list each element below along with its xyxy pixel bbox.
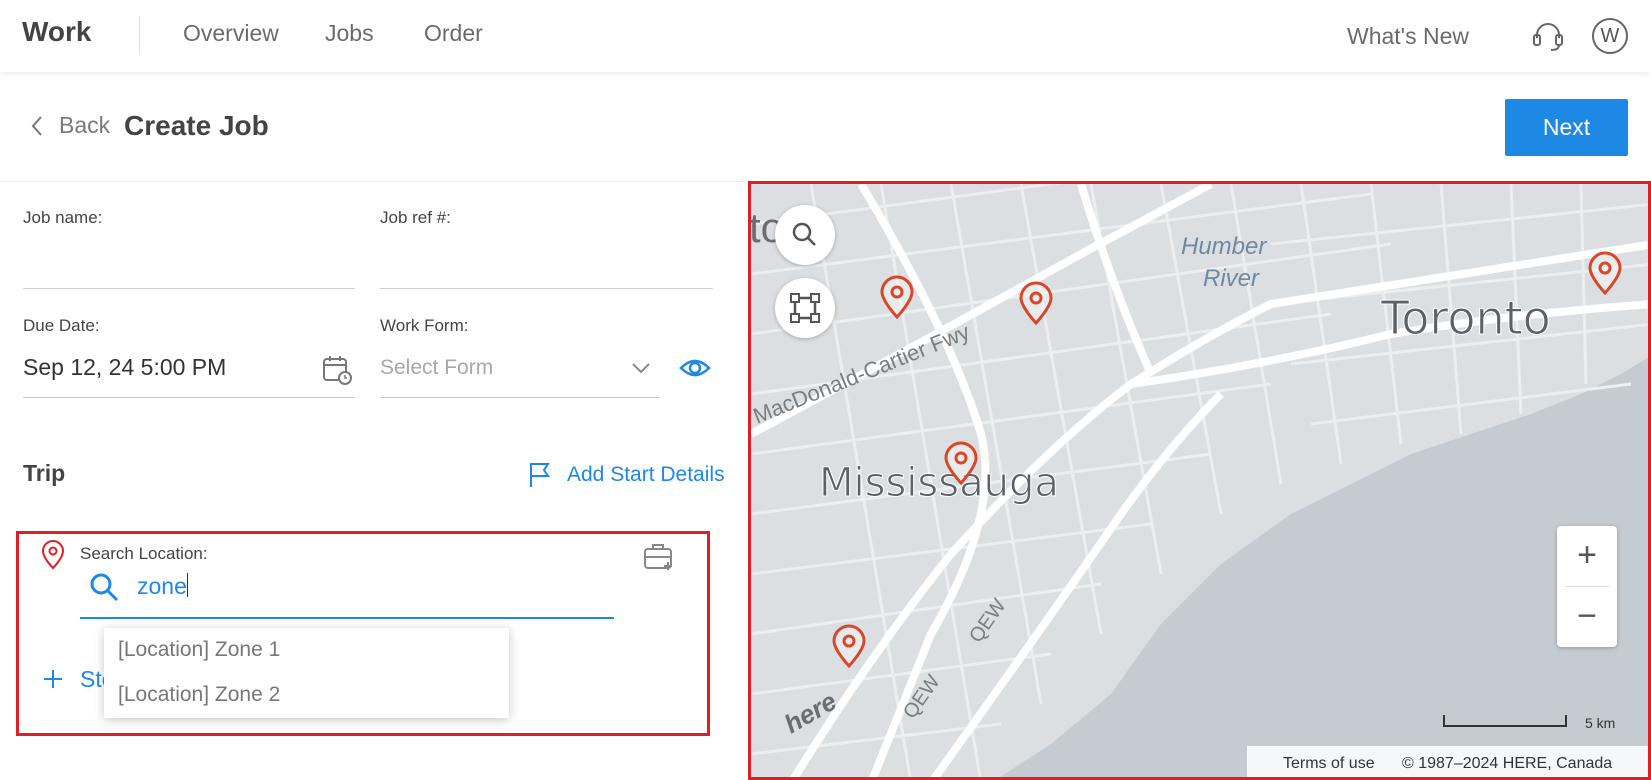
suggestion-item[interactable]: [Location] Zone 2 [118, 683, 280, 707]
search-underline [80, 617, 614, 619]
map-copyright: © 1987–2024 HERE, Canada [1402, 755, 1613, 772]
add-start-details-button[interactable]: Add Start Details [567, 463, 725, 487]
flag-icon[interactable] [528, 462, 552, 488]
zoom-control: + − [1557, 526, 1617, 647]
nav-jobs[interactable]: Jobs [325, 20, 374, 47]
due-date-label: Due Date: [23, 316, 100, 335]
header-divider [0, 181, 750, 182]
map-label-toronto: Toronto [1380, 291, 1551, 345]
map-draw-area-button[interactable] [775, 278, 835, 338]
top-nav-bar: Work Overview Jobs Order What's New W [0, 0, 1651, 72]
map-pin-icon[interactable] [831, 624, 867, 668]
chevron-left-icon[interactable] [28, 114, 46, 138]
map-pin-icon[interactable] [943, 441, 979, 485]
terms-of-use-link[interactable]: Terms of use [1283, 755, 1375, 773]
due-date-underline [23, 397, 355, 398]
map-pin-icon[interactable] [1587, 251, 1623, 295]
work-form-underline [380, 397, 660, 398]
nav-order[interactable]: Order [424, 20, 483, 47]
work-form-label: Work Form: [380, 316, 469, 335]
due-date-input[interactable]: Sep 12, 24 5:00 PM [23, 354, 226, 381]
plus-icon[interactable] [42, 668, 64, 690]
calendar-clock-icon[interactable] [321, 354, 353, 386]
map-scale-label: 5 km [1585, 715, 1616, 731]
map-scale-bar [1443, 715, 1567, 727]
zoom-out-button[interactable]: − [1557, 587, 1617, 647]
nav-divider [139, 16, 140, 54]
avatar[interactable]: W [1592, 18, 1628, 54]
trip-heading: Trip [23, 460, 66, 486]
map-pin-icon[interactable] [879, 275, 915, 319]
page-title: Create Job [124, 110, 269, 141]
map-label-river-2: River [1203, 265, 1260, 292]
work-form-select[interactable]: Select Form [380, 356, 493, 380]
job-name-label: Job name: [23, 208, 103, 227]
search-icon [792, 222, 816, 246]
app-brand[interactable]: Work [22, 16, 92, 48]
search-icon [90, 573, 119, 602]
location-suggestions-dropdown: [Location] Zone 1 [Location] Zone 2 [104, 628, 509, 718]
text-caret [186, 573, 188, 597]
whats-new-link[interactable]: What's New [1347, 23, 1469, 50]
back-button[interactable]: Back [59, 112, 110, 139]
map-label-river: Humber [1181, 233, 1267, 260]
map-search-button[interactable] [775, 205, 835, 265]
headset-icon[interactable] [1531, 20, 1565, 54]
job-ref-field[interactable] [380, 288, 713, 289]
search-location-label: Search Location: [80, 544, 208, 563]
eye-icon[interactable] [679, 352, 711, 384]
suggestion-item[interactable]: [Location] Zone 1 [118, 638, 280, 662]
search-location-input[interactable]: zone [137, 573, 188, 600]
next-button[interactable]: Next [1505, 99, 1628, 156]
map-label-mississauga: Mississauga [819, 460, 1059, 506]
job-ref-label: Job ref #: [380, 208, 451, 227]
map-panel[interactable]: to Humber River Toronto Mississauga MacD… [748, 181, 1651, 780]
search-location-value: zone [137, 573, 187, 599]
suitcase-add-icon[interactable] [642, 540, 676, 572]
zoom-in-button[interactable]: + [1557, 526, 1617, 586]
map-canvas[interactable]: to Humber River Toronto Mississauga MacD… [751, 184, 1651, 780]
chevron-down-icon[interactable] [630, 360, 652, 376]
nav-overview[interactable]: Overview [183, 20, 279, 47]
location-pin-icon [41, 540, 65, 570]
job-name-field[interactable] [23, 288, 355, 289]
map-pin-icon[interactable] [1018, 281, 1054, 325]
map-attribution: Terms of use © 1987–2024 HERE, Canada [1247, 746, 1648, 777]
draw-rectangle-icon [790, 293, 820, 323]
